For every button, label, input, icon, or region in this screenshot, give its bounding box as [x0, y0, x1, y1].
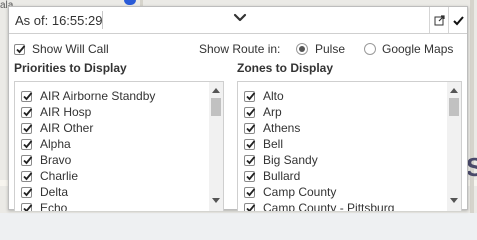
external-link-icon: [434, 14, 445, 25]
display-settings-panel: As of: 16:55:29 Show Will Call Show Rout…: [8, 6, 468, 211]
item-checkbox[interactable]: [21, 170, 33, 182]
list-item[interactable]: Camp County - Pittsburg: [244, 200, 394, 211]
item-checkbox[interactable]: [21, 202, 33, 211]
list-item[interactable]: Bravo: [21, 152, 155, 168]
scroll-up-icon[interactable]: [447, 84, 461, 96]
scroll-down-icon[interactable]: [209, 195, 223, 207]
priorities-list[interactable]: AIR Airborne Standby AIR Hosp AIR Other Alp…: [14, 81, 224, 211]
confirm-button[interactable]: [448, 7, 467, 33]
item-label: AIR Airborne Standby: [40, 89, 156, 103]
scroll-thumb[interactable]: [211, 98, 221, 116]
item-label: Camp County: [263, 185, 337, 199]
divider: [102, 11, 103, 29]
item-label: Echo: [40, 201, 68, 211]
item-checkbox[interactable]: [244, 138, 256, 150]
item-label: Bell: [263, 137, 284, 151]
item-label: AIR Other: [40, 121, 94, 135]
item-checkbox[interactable]: [244, 154, 256, 166]
list-item[interactable]: Big Sandy: [244, 152, 394, 168]
options-row: Show Will Call Show Route in: Pulse Goog…: [14, 41, 459, 59]
scroll-up-icon[interactable]: [209, 84, 223, 96]
list-item[interactable]: Alto: [244, 88, 394, 104]
list-item[interactable]: Camp County: [244, 184, 394, 200]
popout-button[interactable]: [429, 7, 448, 33]
list-item[interactable]: Athens: [244, 120, 394, 136]
route-marker: [124, 0, 136, 5]
item-checkbox[interactable]: [244, 186, 256, 198]
item-label: Alpha: [40, 137, 71, 151]
route-google-maps-radio[interactable]: [364, 43, 376, 55]
list-item[interactable]: Arp: [244, 104, 394, 120]
item-checkbox[interactable]: [21, 154, 33, 166]
show-will-call-label: Show Will Call: [32, 42, 109, 56]
item-label: Alto: [263, 89, 284, 103]
list-item[interactable]: AIR Airborne Standby: [21, 88, 155, 104]
list-item[interactable]: AIR Hosp: [21, 104, 155, 120]
item-checkbox[interactable]: [244, 122, 256, 134]
panel-header: As of: 16:55:29: [9, 7, 467, 34]
item-label: Big Sandy: [263, 153, 318, 167]
route-pulse-label[interactable]: Pulse: [315, 42, 345, 56]
chevron-down-icon[interactable]: [233, 11, 247, 25]
zones-list[interactable]: Alto Arp Athens Bell Big Sandy Bullard Camp Co…: [237, 81, 462, 211]
item-label: Athens: [263, 121, 301, 135]
as-of-timestamp: As of: 16:55:29: [15, 13, 103, 28]
item-checkbox[interactable]: [21, 106, 33, 118]
item-checkbox[interactable]: [244, 106, 256, 118]
show-will-call-toggle[interactable]: Show Will Call: [14, 42, 109, 56]
item-label: Camp County - Pittsburg: [263, 201, 395, 211]
scroll-down-icon[interactable]: [447, 195, 461, 207]
list-item[interactable]: Bullard: [244, 168, 394, 184]
show-will-call-checkbox[interactable]: [14, 43, 26, 55]
item-checkbox[interactable]: [21, 90, 33, 102]
list-item[interactable]: Bell: [244, 136, 394, 152]
list-item[interactable]: Delta: [21, 184, 155, 200]
item-label: Charlie: [40, 169, 79, 183]
list-item[interactable]: Charlie: [21, 168, 155, 184]
item-label: Arp: [263, 105, 282, 119]
route-pulse-radio[interactable]: [296, 43, 308, 55]
item-label: Bravo: [40, 153, 72, 167]
item-checkbox[interactable]: [21, 122, 33, 134]
priorities-scrollbar[interactable]: [209, 82, 223, 211]
show-route-label: Show Route in:: [199, 42, 281, 56]
route-google-maps-label[interactable]: Google Maps: [382, 42, 453, 56]
zones-scrollbar[interactable]: [447, 82, 461, 211]
item-checkbox[interactable]: [21, 186, 33, 198]
item-checkbox[interactable]: [244, 202, 256, 211]
zones-title: Zones to Display: [237, 61, 334, 75]
item-label: AIR Hosp: [40, 105, 92, 119]
item-checkbox[interactable]: [21, 138, 33, 150]
list-item[interactable]: Alpha: [21, 136, 155, 152]
list-item[interactable]: AIR Other: [21, 120, 155, 136]
item-label: Delta: [40, 185, 69, 199]
checkmark-icon: [452, 15, 464, 25]
item-checkbox[interactable]: [244, 90, 256, 102]
scroll-thumb[interactable]: [449, 98, 459, 116]
list-item[interactable]: Echo: [21, 200, 155, 211]
item-checkbox[interactable]: [244, 170, 256, 182]
item-label: Bullard: [263, 169, 301, 183]
priorities-title: Priorities to Display: [14, 61, 127, 75]
